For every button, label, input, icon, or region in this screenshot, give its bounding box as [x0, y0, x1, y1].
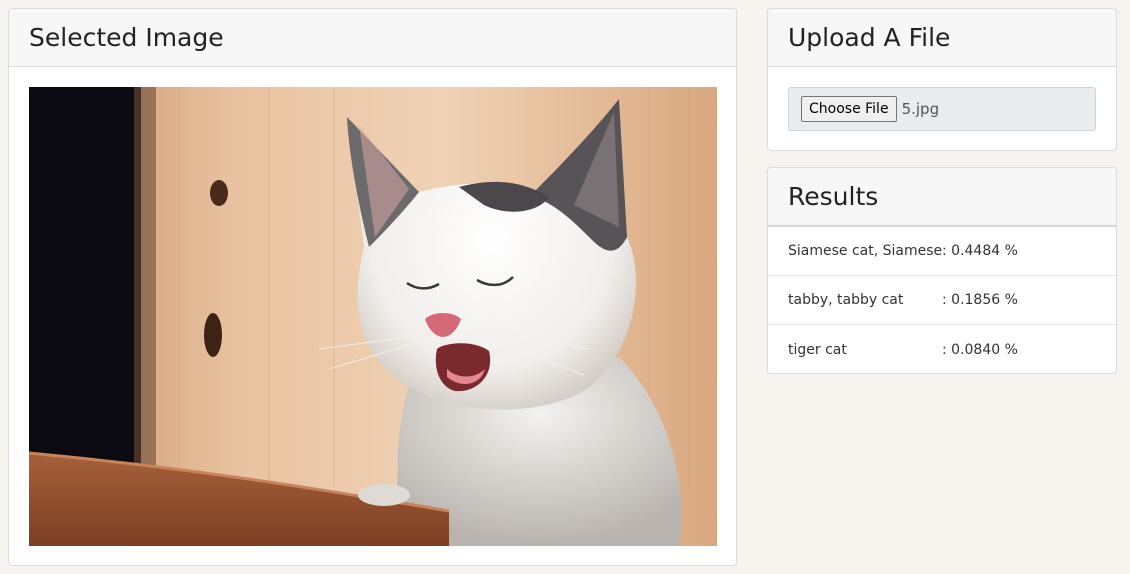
- results-list: Siamese cat, Siamese : 0.4484 % tabby, t…: [768, 227, 1116, 373]
- selected-image-header: Selected Image: [9, 9, 736, 67]
- result-item: tiger cat : 0.0840 %: [768, 325, 1116, 373]
- selected-file-name: 5.jpg: [901, 100, 940, 118]
- result-label: tabby, tabby cat: [788, 292, 904, 308]
- result-label: Siamese cat, Siamese: [788, 243, 943, 259]
- selected-image-card: Selected Image: [8, 8, 737, 566]
- file-input[interactable]: Choose File 5.jpg: [788, 87, 1096, 131]
- result-item: Siamese cat, Siamese : 0.4484 %: [768, 227, 1116, 276]
- results-card: Results Siamese cat, Siamese : 0.4484 % …: [767, 167, 1117, 374]
- result-score: : 0.0840 %: [942, 341, 1018, 358]
- upload-title: Upload A File: [788, 23, 951, 52]
- choose-file-button[interactable]: Choose File: [801, 95, 897, 123]
- selected-image: [29, 87, 717, 546]
- results-header: Results: [768, 168, 1116, 227]
- selected-image-title: Selected Image: [29, 23, 224, 52]
- upload-header: Upload A File: [768, 9, 1116, 67]
- result-item: tabby, tabby cat : 0.1856 %: [768, 276, 1116, 325]
- result-label: tiger cat: [788, 341, 847, 358]
- result-score: : 0.1856 %: [942, 292, 1018, 308]
- upload-card: Upload A File Choose File 5.jpg: [767, 8, 1117, 151]
- result-score: : 0.4484 %: [942, 243, 1018, 259]
- results-title: Results: [788, 182, 879, 211]
